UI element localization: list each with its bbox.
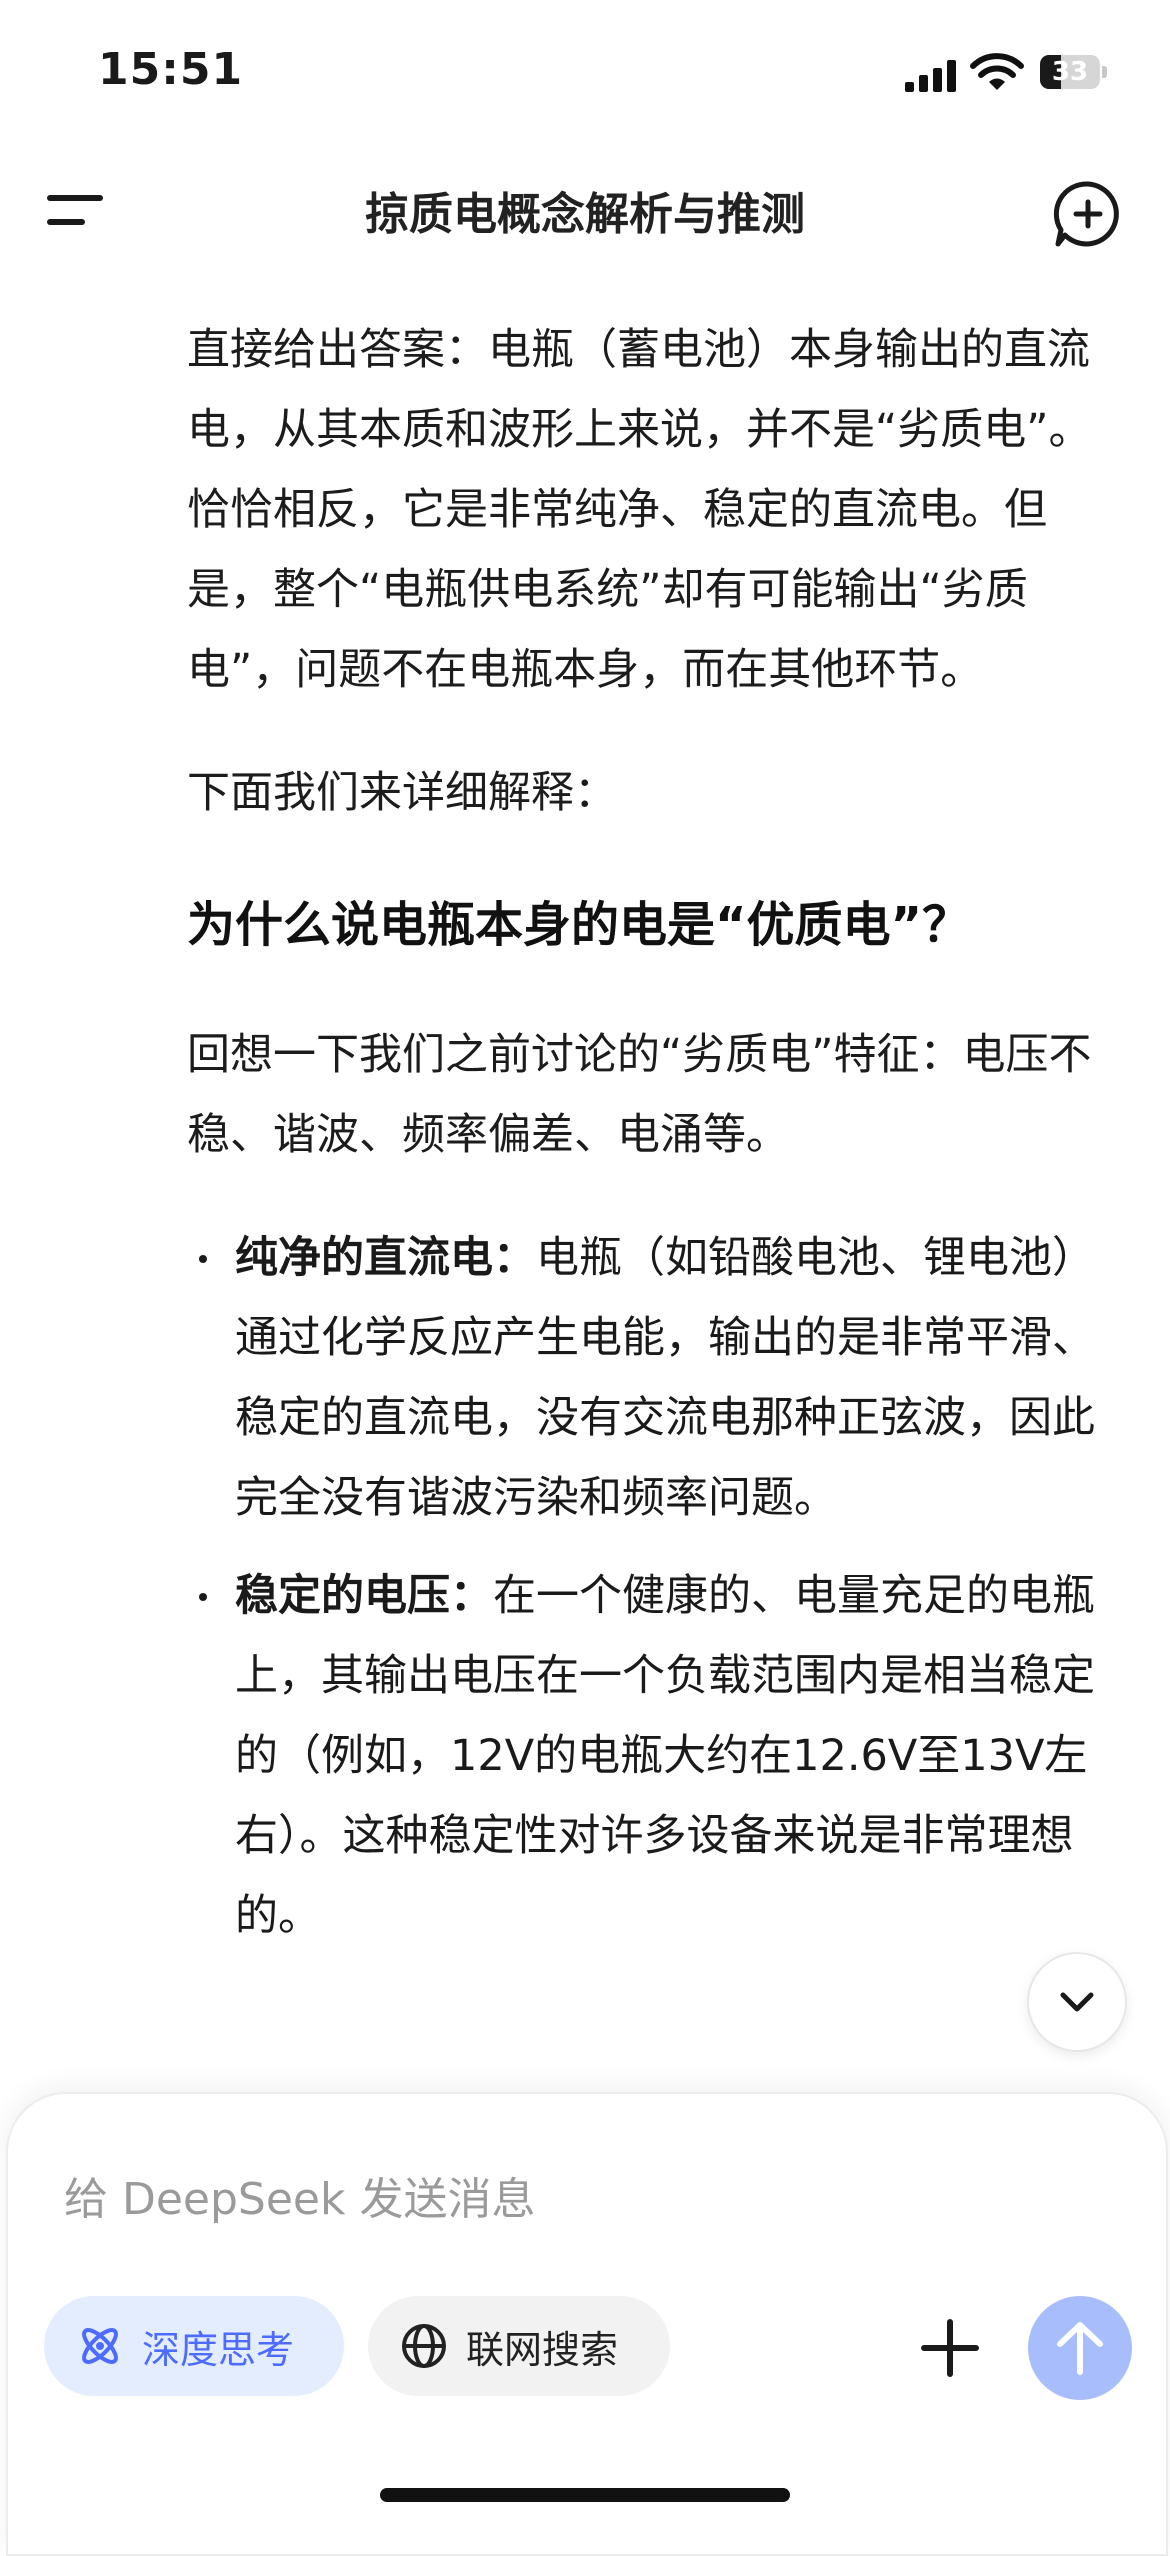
wifi-icon (970, 53, 1024, 90)
globe-icon (402, 2324, 446, 2368)
new-chat-icon[interactable] (1052, 178, 1124, 250)
answer-lead: 下面我们来详细解释： (187, 768, 617, 818)
point-body: 在一个健康的、电量充足的电瓶上，其输出电压在一个负载范围内是相当稳定的（例如，1… (235, 1571, 1095, 1941)
web-search-button[interactable]: 联网搜索 (368, 2296, 670, 2396)
menu-icon[interactable] (40, 180, 112, 240)
plus-icon[interactable] (920, 2318, 980, 2378)
atom-icon (82, 2328, 118, 2364)
battery-icon: 33 (1040, 55, 1110, 89)
deep-think-label: 深度思考 (142, 2327, 295, 2372)
message-input[interactable] (64, 2164, 1064, 2234)
chevron-down-icon (1060, 1992, 1094, 2012)
cellular-signal-icon (905, 60, 956, 92)
section-heading: 为什么说电瓶本身的电是“优质电”？ (187, 897, 971, 953)
answer-intro: 直接给出答案：电瓶（蓄电池）本身输出的直流电，从其本质和波形上来说，并不是“劣质… (187, 325, 1092, 695)
scroll-to-bottom-button[interactable] (1027, 1952, 1127, 2052)
home-indicator (380, 2488, 790, 2502)
message-content: 直接给出答案：电瓶（蓄电池）本身输出的直流电，从其本质和波形上来说，并不是“劣质… (187, 310, 1117, 1974)
point-title: 稳定的电压： (235, 1571, 493, 1621)
status-time: 15:51 (98, 44, 244, 95)
recall-paragraph: 回想一下我们之前讨论的“劣质电”特征：电压不稳、谐波、频率偏差、电涌等。 (187, 1030, 1092, 1160)
status-bar: 15:51 33 (0, 0, 1170, 150)
list-item: 纯净的直流电：电瓶（如铅酸电池、锂电池）通过化学反应产生电能，输出的是非常平滑、… (187, 1218, 1117, 1538)
deep-think-button[interactable]: 深度思考 (44, 2296, 344, 2396)
composer: 深度思考 联网搜索 (6, 2092, 1168, 2556)
arrow-up-icon (1057, 2322, 1103, 2375)
point-title: 纯净的直流电： (235, 1233, 536, 1283)
top-nav: 掠质电概念解析与推测 (0, 150, 1170, 270)
send-button[interactable] (1028, 2296, 1132, 2400)
chat-title: 掠质电概念解析与推测 (365, 189, 805, 240)
battery-percent: 33 (1051, 57, 1089, 87)
list-item: 稳定的电压：在一个健康的、电量充足的电瓶上，其输出电压在一个负载范围内是相当稳定… (187, 1556, 1117, 1956)
point-list: 纯净的直流电：电瓶（如铅酸电池、锂电池）通过化学反应产生电能，输出的是非常平滑、… (187, 1218, 1117, 1956)
web-search-label: 联网搜索 (466, 2327, 619, 2372)
